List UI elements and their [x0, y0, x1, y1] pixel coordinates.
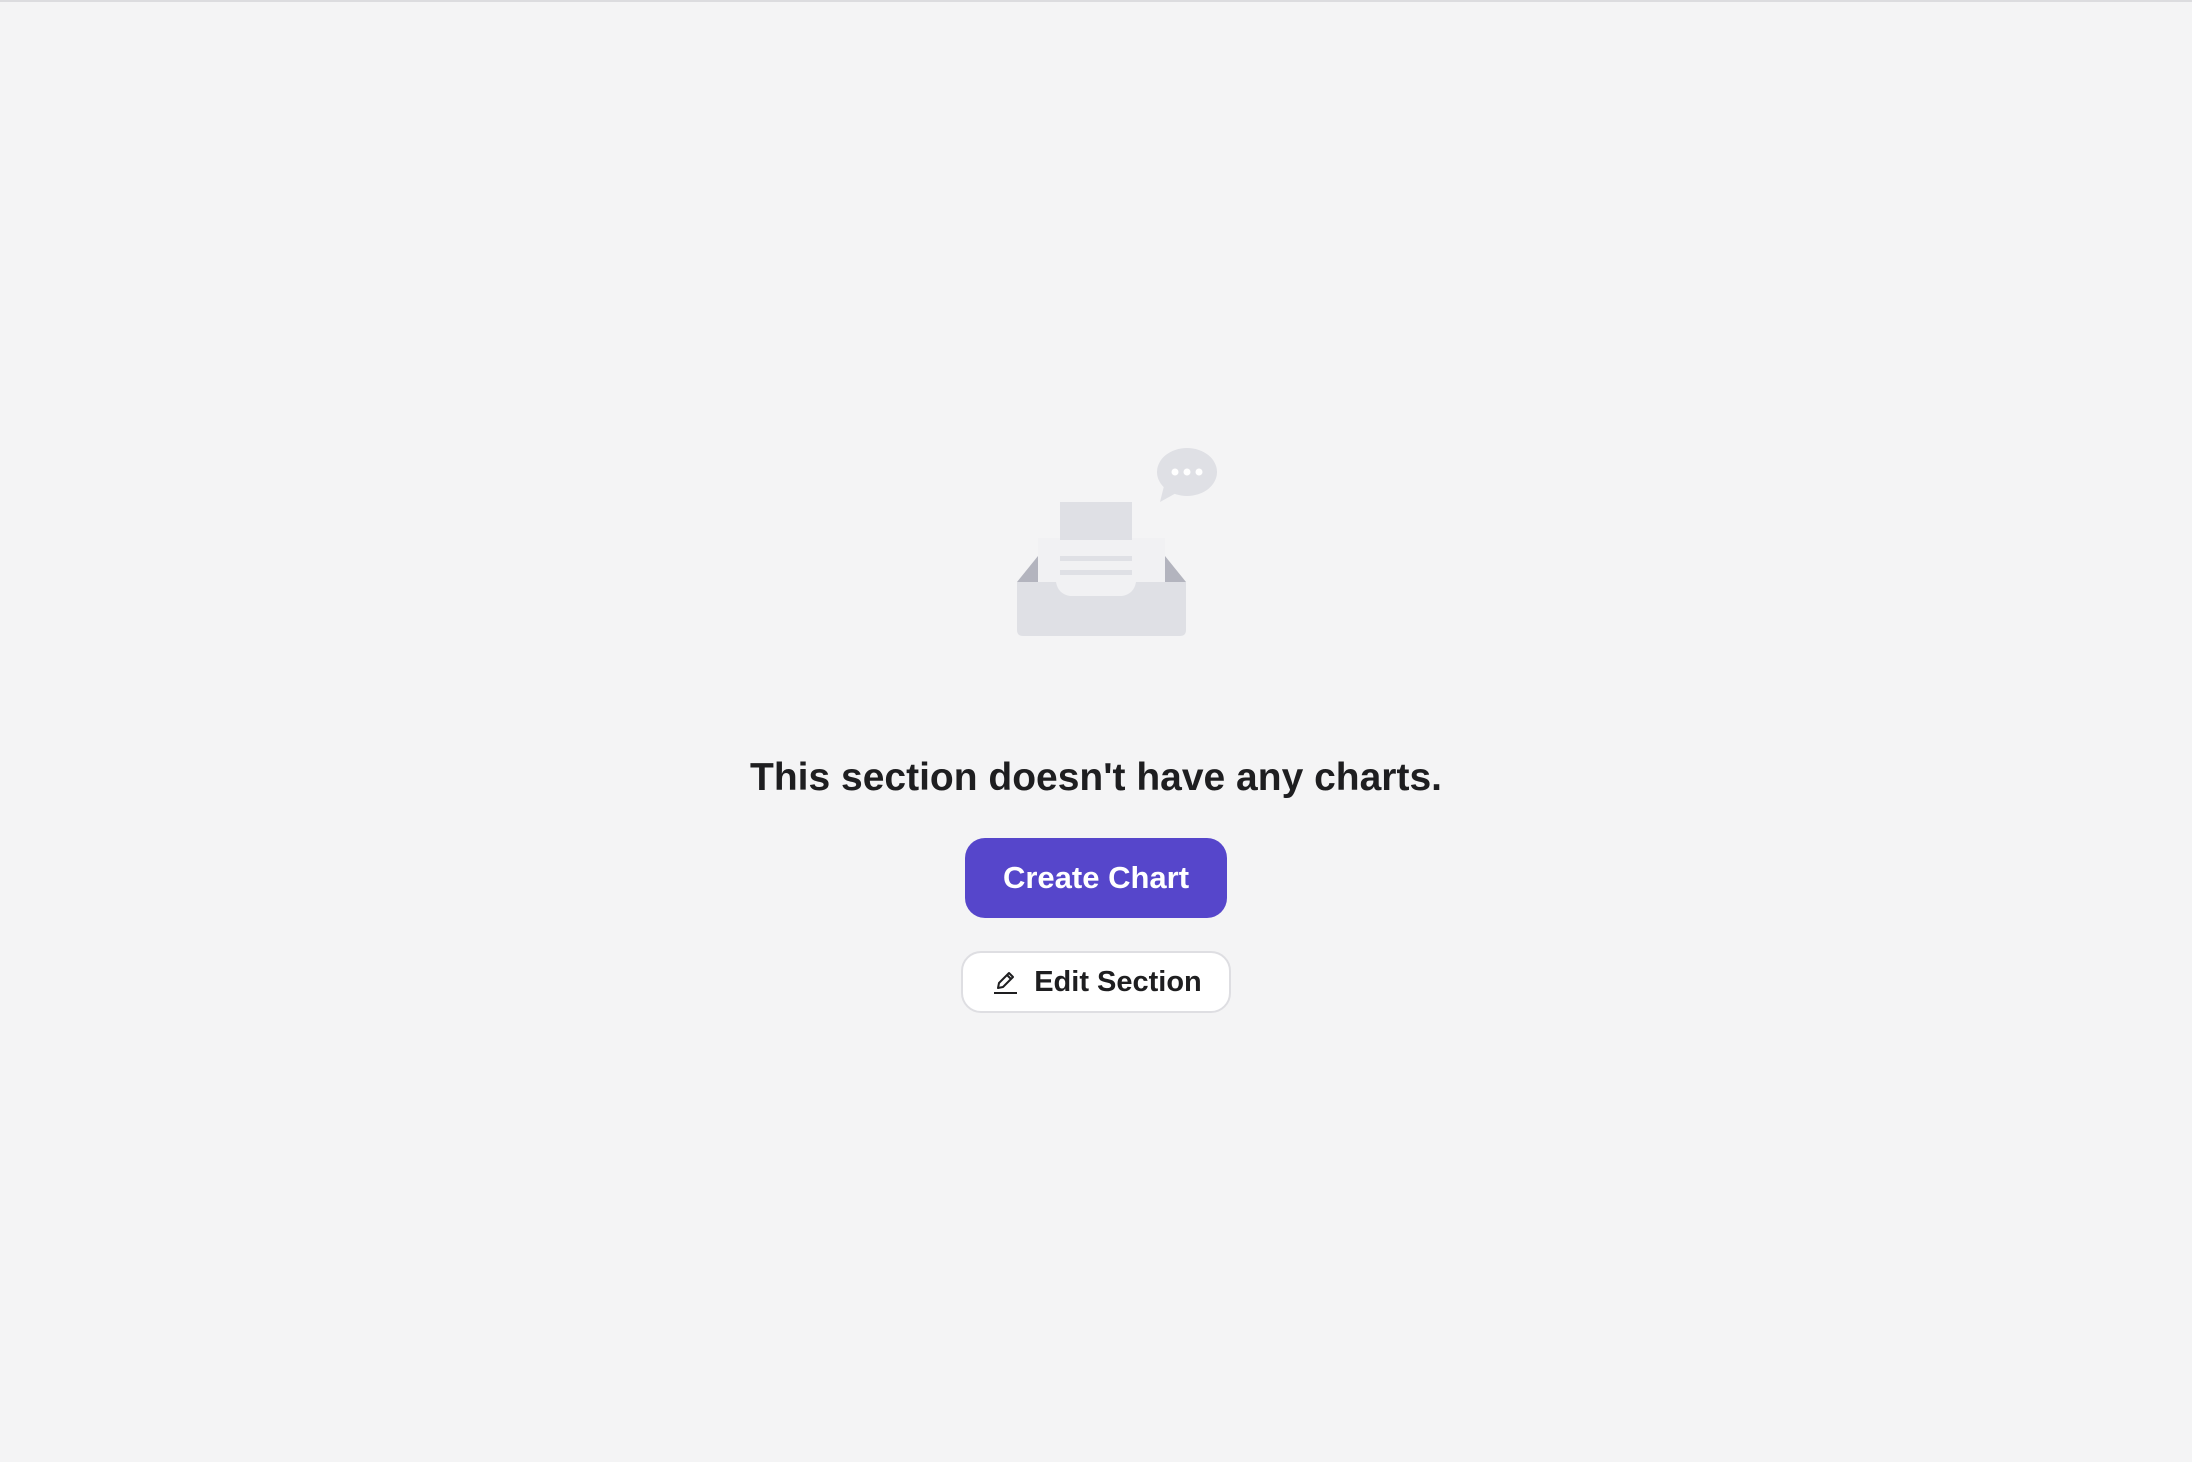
create-chart-button[interactable]: Create Chart — [965, 838, 1227, 918]
create-chart-label: Create Chart — [1002, 860, 1190, 895]
pencil-icon — [990, 967, 1020, 997]
speech-bubble-icon — [1157, 448, 1217, 502]
empty-state: This section doesn't have any charts. Cr… — [0, 0, 2192, 1462]
edit-section-button[interactable]: Edit Section — [961, 951, 1231, 1013]
empty-state-title: This section doesn't have any charts. — [750, 756, 1442, 799]
edit-section-label: Edit Section — [1034, 965, 1202, 998]
empty-inbox-icon — [1017, 448, 1217, 636]
